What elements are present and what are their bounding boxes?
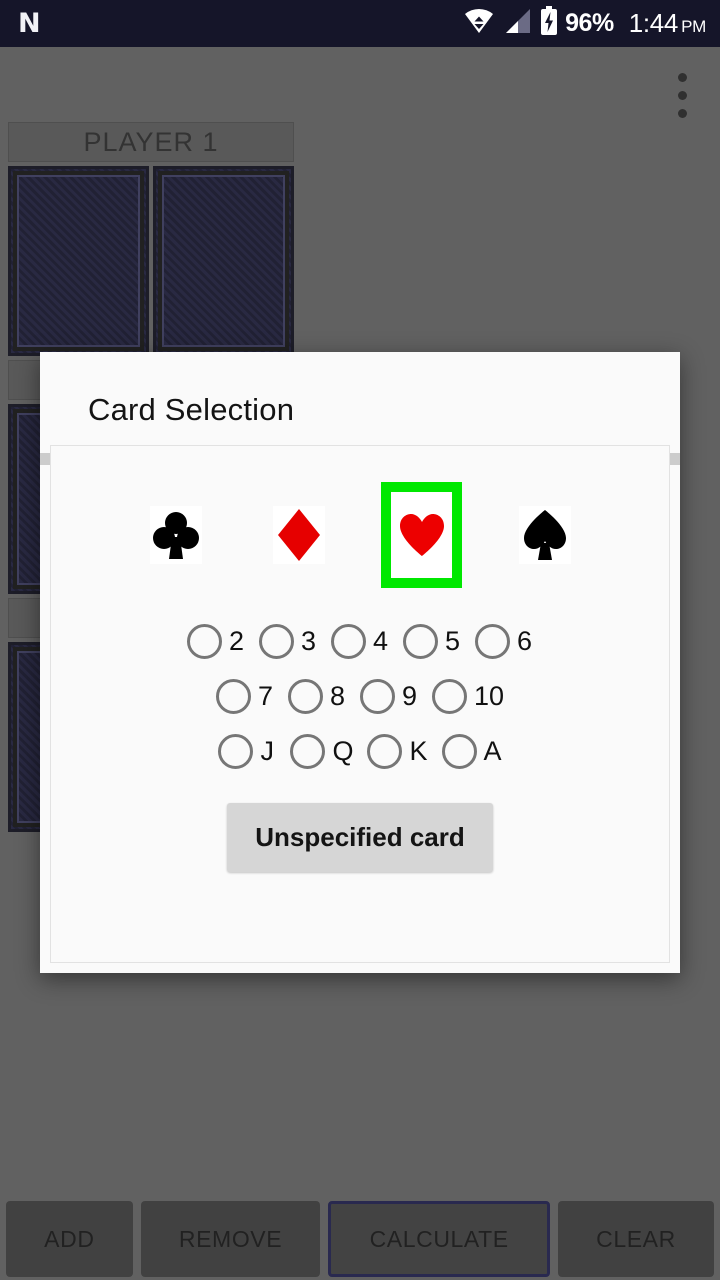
suit-option-hearts[interactable]: [381, 482, 462, 588]
rank-option-10[interactable]: 10: [428, 679, 508, 714]
heart-suit-icon: [398, 499, 445, 571]
rank-label: Q: [332, 736, 354, 766]
rank-row: 2 3 4 5 6: [51, 624, 669, 659]
rank-option-q[interactable]: Q: [286, 734, 357, 769]
android-n-logo-icon: N: [18, 8, 41, 39]
rank-label: 2: [229, 626, 245, 656]
rank-option-j[interactable]: J: [214, 734, 280, 769]
phone-screen: N 96% 1:44 PM Card Selection 2 3 4 5 6 7…: [0, 0, 720, 1280]
dialog-body: 2 3 4 5 6 7 8 9 10 J Q K A Unspecified c…: [50, 445, 670, 963]
rank-option-3[interactable]: 3: [255, 624, 321, 659]
card-selection-dialog: Card Selection 2 3 4 5 6 7 8 9 10 J Q K …: [40, 352, 680, 973]
battery-percent-label: 96%: [565, 9, 614, 37]
rank-option-5[interactable]: 5: [399, 624, 465, 659]
rank-label: 8: [329, 681, 345, 711]
diamond-suit-icon: [272, 506, 325, 564]
radio-icon[interactable]: [290, 734, 326, 769]
rank-option-a[interactable]: A: [438, 734, 506, 769]
radio-icon[interactable]: [215, 679, 251, 714]
rank-label: 9: [401, 681, 417, 711]
rank-label: K: [409, 736, 428, 766]
status-bar-clock: 1:44 PM: [628, 8, 707, 39]
unspecified-card-button[interactable]: Unspecified card: [227, 803, 493, 872]
wifi-icon: [464, 8, 494, 39]
rank-label: 5: [445, 626, 461, 656]
rank-option-9[interactable]: 9: [356, 679, 422, 714]
rank-option-7[interactable]: 7: [212, 679, 278, 714]
suit-selector: [51, 446, 669, 588]
rank-label: 10: [473, 681, 505, 711]
radio-icon[interactable]: [403, 624, 438, 659]
rank-option-8[interactable]: 8: [284, 679, 350, 714]
radio-icon[interactable]: [331, 624, 366, 659]
clock-time: 1:44: [628, 8, 679, 38]
radio-icon[interactable]: [187, 624, 222, 659]
rank-option-6[interactable]: 6: [471, 624, 537, 659]
status-bar-left: N: [18, 8, 41, 39]
radio-icon[interactable]: [259, 624, 294, 659]
cellular-signal-icon: [503, 8, 531, 39]
unspecified-card-row: Unspecified card: [51, 789, 669, 872]
rank-label: A: [483, 736, 502, 766]
rank-selector: 2 3 4 5 6 7 8 9 10 J Q K A: [51, 588, 669, 769]
radio-icon[interactable]: [218, 734, 254, 769]
rank-label: 6: [517, 626, 533, 656]
rank-label: 3: [301, 626, 317, 656]
radio-icon[interactable]: [367, 734, 403, 769]
clock-ampm: PM: [681, 17, 706, 36]
status-bar: N 96% 1:44 PM: [0, 0, 720, 47]
dialog-title: Card Selection: [88, 392, 295, 427]
radio-icon[interactable]: [287, 679, 323, 714]
rank-row: J Q K A: [51, 734, 669, 769]
spade-suit-icon: [518, 506, 571, 564]
rank-option-4[interactable]: 4: [327, 624, 393, 659]
suit-option-spades[interactable]: [504, 482, 585, 588]
rank-option-k[interactable]: K: [363, 734, 431, 769]
suit-option-clubs[interactable]: [135, 482, 216, 588]
rank-label: J: [260, 736, 274, 766]
radio-icon[interactable]: [359, 679, 395, 714]
rank-label: 7: [257, 681, 273, 711]
club-suit-icon: [149, 506, 202, 564]
battery-charging-icon: [540, 6, 558, 41]
status-bar-right: 96% 1:44 PM: [464, 6, 706, 41]
radio-icon[interactable]: [431, 679, 467, 714]
rank-label: 4: [373, 626, 389, 656]
rank-row: 7 8 9 10: [51, 679, 669, 714]
radio-icon[interactable]: [441, 734, 477, 769]
rank-option-2[interactable]: 2: [183, 624, 249, 659]
suit-option-diamonds[interactable]: [258, 482, 339, 588]
radio-icon[interactable]: [475, 624, 510, 659]
